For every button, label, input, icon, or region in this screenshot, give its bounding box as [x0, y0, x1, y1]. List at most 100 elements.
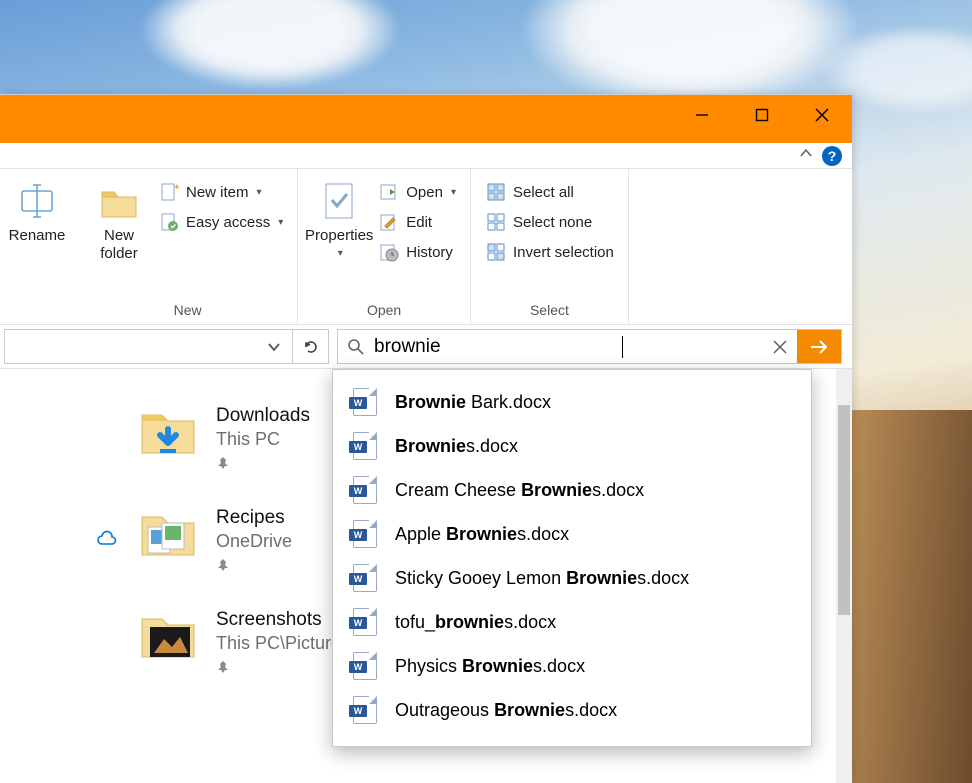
caret-down-icon: ▾	[451, 187, 456, 198]
select-all-label: Select all	[513, 184, 574, 201]
cloud-status-icon	[96, 529, 118, 551]
folder-icon	[138, 609, 198, 663]
search-result-item[interactable]: W Physics Brownies.docx	[333, 644, 811, 688]
word-doc-icon: W	[353, 696, 377, 724]
properties-button[interactable]: Properties ▾	[308, 177, 370, 261]
ribbon-header: ?	[0, 143, 852, 169]
folder-location: OneDrive	[216, 531, 292, 552]
refresh-button[interactable]	[292, 330, 328, 363]
svg-text:✦: ✦	[173, 182, 179, 192]
invert-selection-label: Invert selection	[513, 244, 614, 261]
caret-down-icon: ▾	[257, 187, 262, 198]
address-bar[interactable]	[4, 329, 329, 364]
word-doc-icon: W	[353, 652, 377, 680]
content-pane: DownloadsThis PC RecipesOneDrive Screensho…	[0, 369, 852, 783]
search-go-button[interactable]	[797, 330, 841, 363]
explorer-window: ? Rename .	[0, 94, 852, 783]
search-box[interactable]	[337, 329, 842, 364]
word-doc-icon: W	[353, 388, 377, 416]
folder-icon	[138, 405, 198, 459]
easy-access-menu[interactable]: Easy access ▾	[154, 207, 287, 237]
result-filename: Brownies.docx	[395, 436, 518, 457]
folder-name: Screenshots	[216, 609, 350, 631]
properties-label: Properties	[305, 227, 373, 244]
select-none-button[interactable]: Select none	[481, 207, 618, 237]
cloud-decoration	[140, 0, 400, 90]
properties-icon	[317, 179, 361, 223]
folder-icon	[138, 507, 198, 561]
search-result-item[interactable]: WSticky Gooey Lemon Brownies.docx	[333, 556, 811, 600]
caret-down-icon: ▾	[278, 217, 283, 228]
new-folder-label: New folder	[100, 227, 138, 263]
text-caret	[622, 336, 623, 358]
history-button[interactable]: History	[374, 237, 460, 267]
new-folder-icon	[97, 179, 141, 223]
close-button[interactable]	[792, 95, 852, 135]
folder-name: Recipes	[216, 507, 292, 529]
word-doc-icon: W	[353, 520, 377, 548]
easy-access-icon	[158, 211, 180, 233]
edit-label: Edit	[406, 214, 432, 231]
search-result-item[interactable]: W Cream Cheese Brownies.docx	[333, 468, 811, 512]
edit-icon	[378, 211, 400, 233]
pin-icon	[216, 456, 310, 473]
search-result-item[interactable]: W Brownies.docx	[333, 424, 811, 468]
result-filename: Sticky Gooey Lemon Brownies.docx	[395, 568, 689, 589]
word-doc-icon: W	[353, 432, 377, 460]
result-filename: Brownie Bark.docx	[395, 392, 551, 413]
pin-icon	[216, 558, 292, 575]
edit-button[interactable]: Edit	[374, 207, 460, 237]
easy-access-label: Easy access	[186, 214, 270, 231]
clear-search-button[interactable]	[763, 340, 797, 354]
history-icon	[378, 241, 400, 263]
open-icon	[378, 181, 400, 203]
search-result-item[interactable]: Wtofu_brownies.docx	[333, 600, 811, 644]
rename-button[interactable]: Rename	[6, 177, 68, 246]
scrollbar-thumb[interactable]	[838, 405, 850, 615]
search-result-item[interactable]: W Apple Brownies.docx	[333, 512, 811, 556]
result-filename: Cream Cheese Brownies.docx	[395, 480, 644, 501]
result-filename: Apple Brownies.docx	[395, 524, 569, 545]
help-icon[interactable]: ?	[822, 146, 842, 166]
select-none-label: Select none	[513, 214, 592, 231]
new-item-icon: ✦	[158, 181, 180, 203]
search-icon	[338, 338, 374, 356]
folder-location: This PC\Pictures	[216, 633, 350, 654]
open-label: Open	[406, 184, 443, 201]
search-suggestions: W Brownie Bark.docx W Brownies.docx W Cream C…	[332, 369, 812, 747]
ribbon-group-select-label: Select	[530, 302, 569, 322]
search-input[interactable]	[374, 332, 623, 362]
minimize-button[interactable]	[672, 95, 732, 135]
new-item-menu[interactable]: ✦ New item ▾	[154, 177, 287, 207]
invert-selection-button[interactable]: Invert selection	[481, 237, 618, 267]
new-folder-button[interactable]: New folder	[88, 177, 150, 265]
folder-name: Downloads	[216, 405, 310, 427]
titlebar	[0, 95, 852, 143]
rename-label: Rename	[9, 227, 66, 244]
new-item-label: New item	[186, 184, 249, 201]
pin-icon	[216, 660, 350, 677]
rename-icon	[15, 179, 59, 223]
search-result-item[interactable]: W Brownie Bark.docx	[333, 380, 811, 424]
ribbon: Rename . New folder	[0, 169, 852, 325]
maximize-button[interactable]	[732, 95, 792, 135]
select-all-icon	[485, 181, 507, 203]
select-all-button[interactable]: Select all	[481, 177, 618, 207]
address-row	[0, 325, 852, 369]
caret-down-icon: ▾	[338, 248, 343, 259]
invert-selection-icon	[485, 241, 507, 263]
open-menu[interactable]: Open ▾	[374, 177, 460, 207]
result-filename: Outrageous Brownies.docx	[395, 700, 617, 721]
folder-location: This PC	[216, 429, 310, 450]
ribbon-group-new-label: New	[174, 302, 202, 322]
scrollbar[interactable]	[836, 369, 852, 783]
search-result-item[interactable]: W Outrageous Brownies.docx	[333, 688, 811, 732]
result-filename: Physics Brownies.docx	[395, 656, 585, 677]
address-dropdown-icon[interactable]	[256, 330, 292, 363]
history-label: History	[406, 244, 453, 261]
collapse-ribbon-icon[interactable]	[798, 145, 814, 166]
result-filename: tofu_brownies.docx	[395, 612, 556, 633]
ribbon-group-open-label: Open	[367, 302, 401, 322]
word-doc-icon: W	[353, 476, 377, 504]
select-none-icon	[485, 211, 507, 233]
